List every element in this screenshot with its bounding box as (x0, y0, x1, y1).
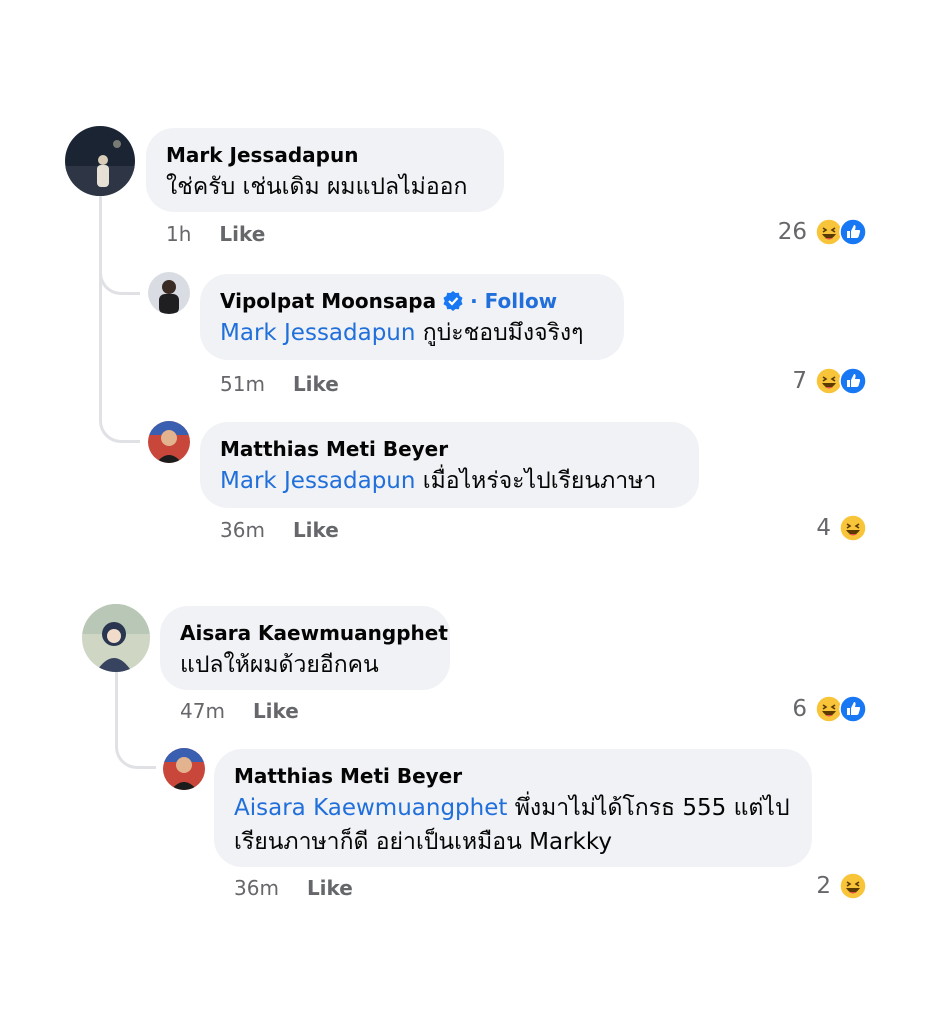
comment-bubble[interactable]: Aisara Kaewmuangphet แปลให้ผมด้วยอีกคน (160, 606, 450, 690)
avatar-matthias-meti-beyer[interactable] (163, 748, 205, 790)
reply-text: Aisara Kaewmuangphet พึ่งมาไม่ได้โกรธ 55… (234, 791, 792, 825)
avatar-vipolpat-moonsapa[interactable] (148, 272, 190, 314)
like-button[interactable]: Like (219, 222, 265, 246)
like-icon (839, 695, 867, 723)
comment-meta: 1h Like (166, 222, 265, 246)
comment-text: ใช่ครับ เช่นเดิม ผมแปลไม่ออก (166, 174, 468, 200)
avatar-image (148, 272, 190, 314)
avatar-mark-jessadapun[interactable] (65, 126, 135, 196)
avatar-image (65, 126, 135, 196)
reply-author[interactable]: Matthias Meti Beyer (220, 436, 679, 462)
avatar-image (82, 604, 150, 672)
reaction-count: 6 (792, 696, 807, 722)
reply-bubble[interactable]: Matthias Meti Beyer Aisara Kaewmuangphet… (214, 749, 812, 867)
reply-text-line2: เรียนภาษาก็ดี อย่าเป็นเหมือน Markky (234, 829, 612, 855)
comment-text: แปลให้ผมด้วยอีกคน (180, 652, 379, 678)
mention-link[interactable]: Aisara Kaewmuangphet (234, 795, 507, 821)
reply-time[interactable]: 36m (220, 518, 265, 542)
thread-connector (115, 672, 156, 769)
comment-bubble[interactable]: Mark Jessadapun ใช่ครับ เช่นเดิม ผมแปลไม… (146, 128, 504, 212)
like-button[interactable]: Like (253, 699, 299, 723)
reaction-summary[interactable]: 7 (792, 367, 867, 395)
reaction-summary[interactable]: 26 (778, 218, 867, 246)
reply-author[interactable]: Vipolpat Moonsapa (220, 288, 436, 314)
mention-link[interactable]: Mark Jessadapun (220, 320, 415, 346)
reply-text: Mark Jessadapun กูบ่ะชอบมึงจริงๆ (220, 316, 604, 350)
reply-time[interactable]: 51m (220, 372, 265, 396)
reply-meta: 36m Like (234, 876, 353, 900)
follow-button[interactable]: · Follow (470, 288, 557, 314)
comment-meta: 47m Like (180, 699, 299, 723)
haha-icon (839, 872, 867, 900)
reaction-count: 2 (816, 873, 831, 899)
reaction-count: 4 (816, 515, 831, 541)
avatar-image (163, 748, 205, 790)
reaction-summary[interactable]: 4 (816, 514, 867, 542)
reply-meta: 51m Like (220, 372, 339, 396)
reply-bubble[interactable]: Matthias Meti Beyer Mark Jessadapun เมื่… (200, 422, 699, 508)
thread-connector (99, 250, 140, 295)
reply-text-body: เมื่อไหร่จะไปเรียนภาษา (415, 468, 657, 494)
comment-time[interactable]: 47m (180, 699, 225, 723)
reply-text-line1: พึ่งมาไม่ได้โกรธ 555 แต่ไป (507, 795, 790, 821)
reply-text: Mark Jessadapun เมื่อไหร่จะไปเรียนภาษา (220, 464, 679, 498)
haha-icon (839, 514, 867, 542)
reply-text-body: กูบ่ะชอบมึงจริงๆ (415, 320, 584, 346)
comment-author[interactable]: Mark Jessadapun (166, 142, 484, 168)
comment-author[interactable]: Aisara Kaewmuangphet (180, 620, 448, 646)
like-button[interactable]: Like (293, 518, 339, 542)
reply-time[interactable]: 36m (234, 876, 279, 900)
reaction-summary[interactable]: 6 (792, 695, 867, 723)
like-button[interactable]: Like (293, 372, 339, 396)
reaction-count: 26 (777, 219, 807, 245)
comment-time[interactable]: 1h (166, 222, 191, 246)
reply-meta: 36m Like (220, 518, 339, 542)
mention-link[interactable]: Mark Jessadapun (220, 468, 415, 494)
avatar-image (148, 421, 190, 463)
reaction-count: 7 (792, 368, 807, 394)
like-icon (839, 367, 867, 395)
reply-author[interactable]: Matthias Meti Beyer (234, 763, 792, 789)
like-button[interactable]: Like (307, 876, 353, 900)
reply-bubble[interactable]: Vipolpat Moonsapa · Follow Mark Jessadap… (200, 274, 624, 360)
thread-connector (99, 290, 140, 443)
avatar-matthias-meti-beyer[interactable] (148, 421, 190, 463)
avatar-aisara-kaewmuangphet[interactable] (82, 604, 150, 672)
reaction-summary[interactable]: 2 (816, 872, 867, 900)
like-icon (839, 218, 867, 246)
verified-badge-icon (442, 290, 464, 312)
